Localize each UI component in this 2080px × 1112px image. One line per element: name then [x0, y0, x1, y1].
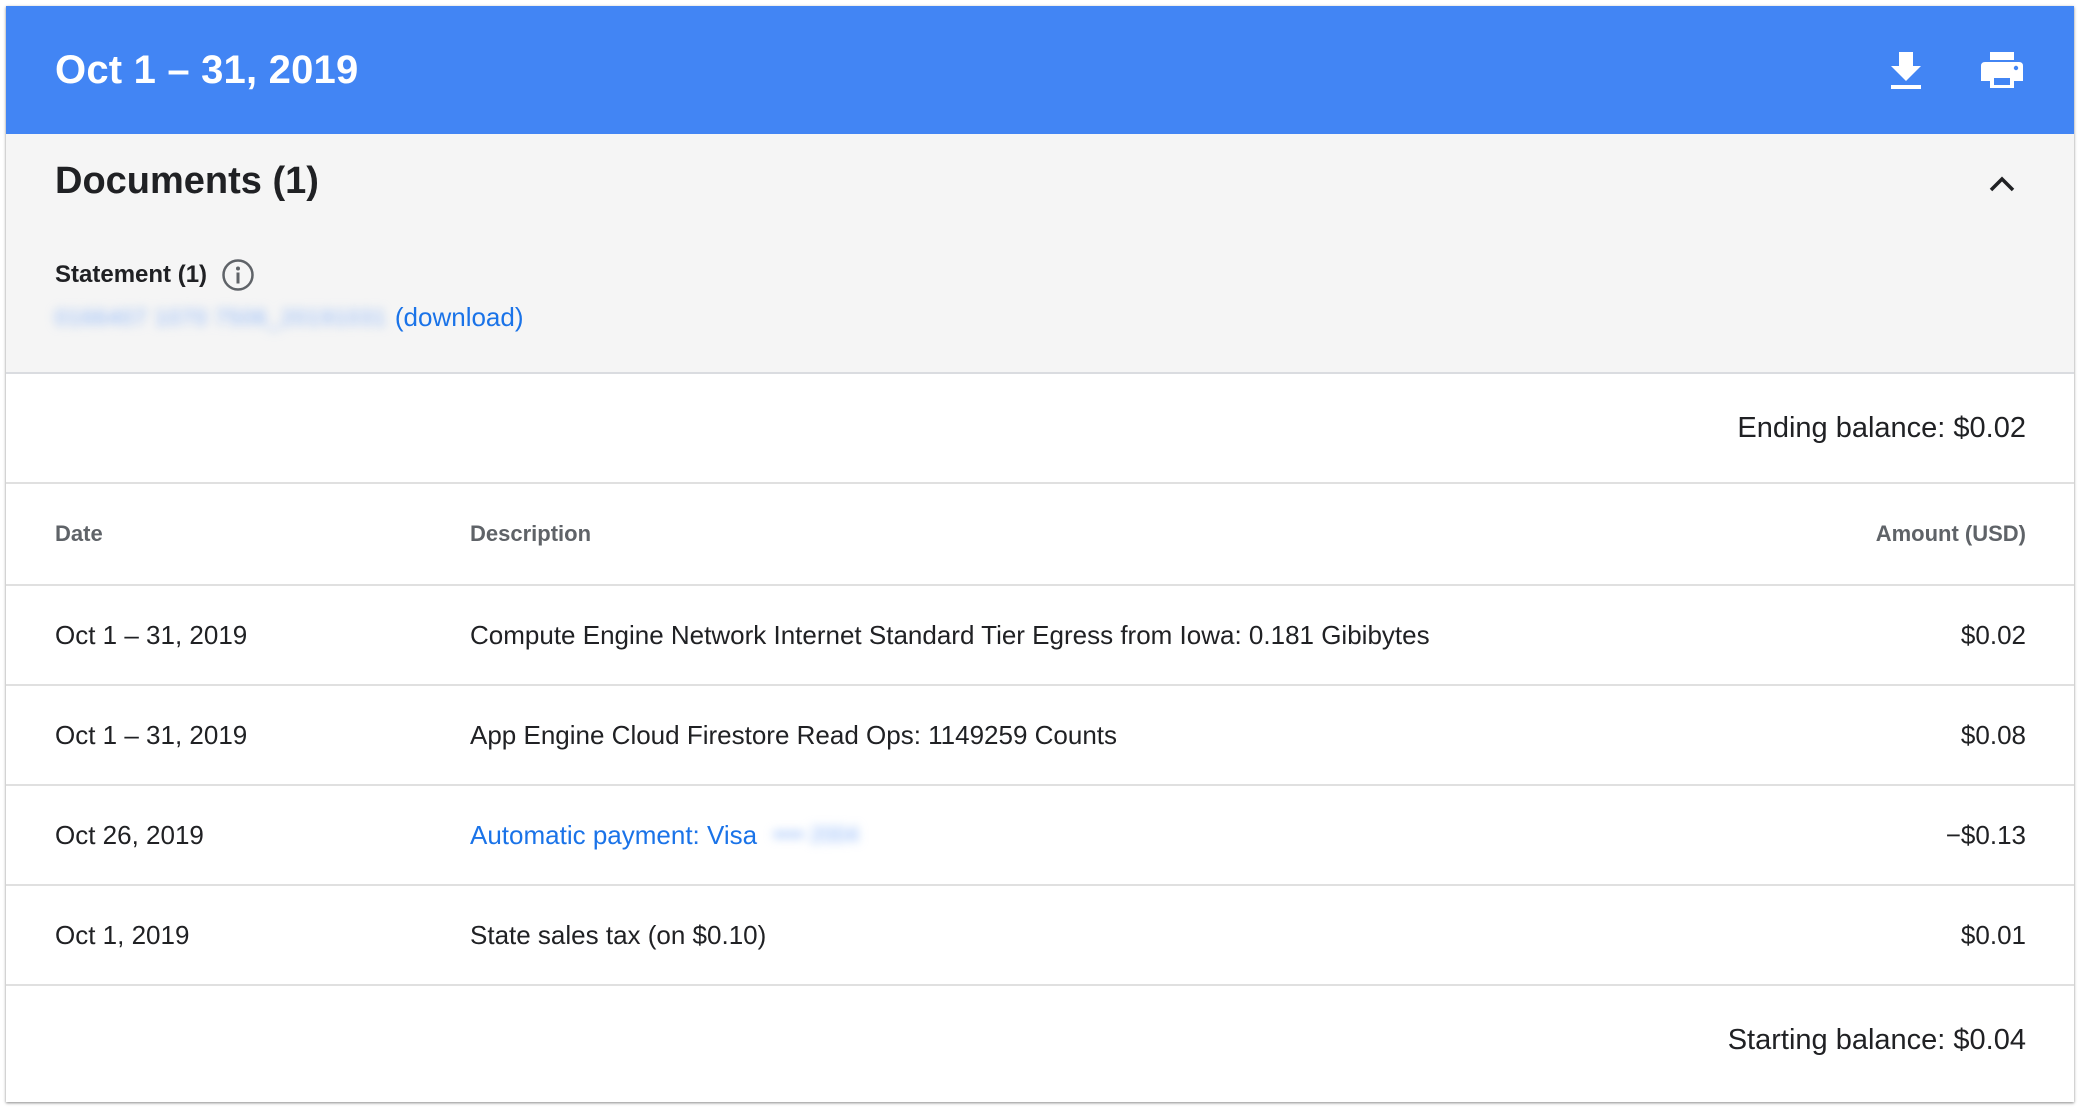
automatic-payment-link[interactable]: Automatic payment: Visa — [470, 820, 757, 851]
row-description-text: Compute Engine Network Internet Standard… — [470, 619, 1430, 650]
row-description: State sales tax (on $0.10) — [470, 920, 1726, 951]
statement-label: Statement (1) — [55, 261, 208, 288]
statement-download-link[interactable]: (download) — [395, 302, 524, 333]
row-amount: $0.01 — [1960, 919, 2026, 950]
ending-balance: Ending balance: $0.02 — [1737, 411, 2026, 444]
print-button[interactable] — [1978, 46, 2026, 94]
row-amount: $0.08 — [1960, 719, 2026, 750]
download-icon — [1891, 52, 1921, 89]
row-date: Oct 1 – 31, 2019 — [55, 619, 248, 650]
documents-section: Documents (1) Statement (1) 0166407 1070… — [6, 134, 2074, 374]
info-button[interactable] — [221, 258, 255, 292]
column-header-description: Description — [470, 521, 592, 546]
masked-card-number: •••• 2004 — [773, 822, 859, 847]
statement-file-name[interactable]: 0166407 1070 7506_20191031 — [55, 305, 387, 331]
statement-file-row: 0166407 1070 7506_20191031 (download) — [55, 302, 524, 333]
row-description: Automatic payment: Visa •••• 2004 — [470, 820, 1726, 851]
row-date: Oct 1 – 31, 2019 — [55, 719, 248, 750]
info-icon — [222, 259, 254, 291]
statement-period-title: Oct 1 – 31, 2019 — [55, 47, 359, 92]
billing-statement-card: Oct 1 – 31, 2019 Documents (1) Statement… — [6, 6, 2074, 1102]
download-button[interactable] — [1882, 46, 1930, 94]
table-row: Oct 26, 2019 Automatic payment: Visa •••… — [6, 786, 2074, 886]
header-actions — [1882, 46, 2026, 94]
starting-balance: Starting balance: $0.04 — [1727, 1023, 2026, 1056]
row-amount: −$0.13 — [1945, 819, 2026, 850]
row-amount: $0.02 — [1960, 619, 2026, 650]
statement-header: Oct 1 – 31, 2019 — [6, 6, 2074, 134]
row-description-text: App Engine Cloud Firestore Read Ops: 114… — [470, 719, 1118, 750]
row-date: Oct 26, 2019 — [55, 819, 204, 850]
table-row: Oct 1 – 31, 2019 App Engine Cloud Firest… — [6, 686, 2074, 786]
column-header-date: Date — [55, 521, 103, 546]
table-row: Oct 1 – 31, 2019 Compute Engine Network … — [6, 586, 2074, 686]
column-header-amount: Amount (USD) — [1875, 521, 2026, 546]
documents-title: Documents (1) — [55, 160, 319, 202]
print-icon — [1981, 52, 2023, 88]
row-description: Compute Engine Network Internet Standard… — [470, 620, 1726, 651]
table-row: Oct 1, 2019 State sales tax (on $0.10) $… — [6, 886, 2074, 986]
row-date: Oct 1, 2019 — [55, 919, 190, 950]
row-description-text: State sales tax (on $0.10) — [470, 919, 767, 950]
row-description: App Engine Cloud Firestore Read Ops: 114… — [470, 720, 1726, 751]
starting-balance-row: Starting balance: $0.04 — [6, 986, 2074, 1094]
transactions-table: Date Description Amount (USD) Oct 1 – 31… — [6, 484, 2074, 986]
chevron-up-icon — [1989, 176, 2015, 192]
table-header-row: Date Description Amount (USD) — [6, 484, 2074, 586]
ending-balance-row: Ending balance: $0.02 — [6, 374, 2074, 484]
collapse-documents-button[interactable] — [1978, 160, 2026, 208]
statement-row: Statement (1) — [55, 258, 255, 292]
